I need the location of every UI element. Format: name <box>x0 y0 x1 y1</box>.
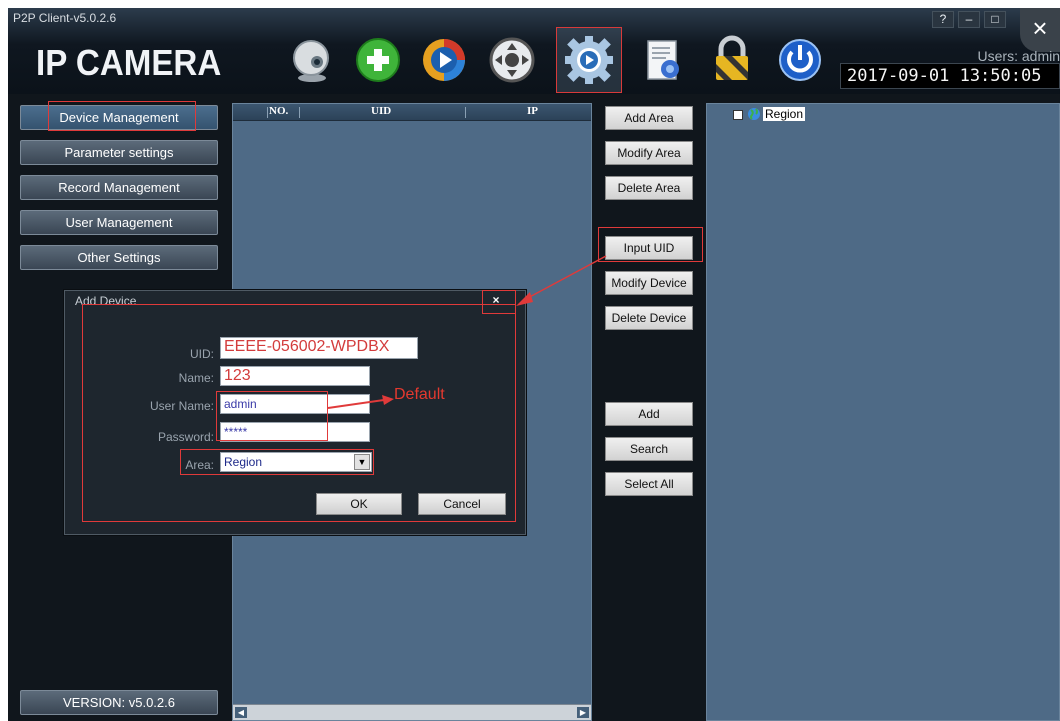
sidebar-item-record-management[interactable]: Record Management <box>20 175 218 200</box>
sidebar-item-user-management[interactable]: User Management <box>20 210 218 235</box>
datetime-display: 2017-09-01 13:50:05 <box>840 63 1060 89</box>
webcam-icon[interactable] <box>280 28 344 92</box>
uid-label: UID: <box>190 347 214 361</box>
table-header: NO. UID IP <box>233 104 591 121</box>
column-header-uid[interactable]: UID <box>371 105 391 117</box>
cancel-button[interactable]: Cancel <box>418 493 506 515</box>
search-button[interactable]: Search <box>605 437 693 461</box>
area-select[interactable]: Region ▼ <box>220 452 372 472</box>
add-icon[interactable] <box>346 28 410 92</box>
ptz-icon[interactable] <box>480 28 544 92</box>
lock-icon[interactable] <box>700 28 764 92</box>
area-label: Area: <box>185 458 214 472</box>
name-field[interactable]: 123 <box>220 366 370 386</box>
password-label: Password: <box>157 430 214 444</box>
dialog-title: Add Device <box>75 294 137 308</box>
app-window: P2P Client-v5.0.2.6 IP CAMERA ? – □ × Us… <box>8 8 1060 721</box>
add-area-button[interactable]: Add Area <box>605 106 693 130</box>
column-header-ip[interactable]: IP <box>527 105 538 117</box>
region-checkbox[interactable] <box>733 110 743 120</box>
help-button[interactable]: ? <box>932 11 954 28</box>
column-divider <box>299 107 300 118</box>
sidebar-item-parameter-settings[interactable]: Parameter settings <box>20 140 218 165</box>
password-field[interactable]: ***** <box>220 422 370 442</box>
tree-node-region[interactable]: Region <box>763 107 806 121</box>
minimize-button[interactable]: – <box>958 11 980 28</box>
sidebar-item-other-settings[interactable]: Other Settings <box>20 245 218 270</box>
column-divider <box>267 107 268 118</box>
callout-arrow-icon <box>516 255 607 306</box>
settings-icon[interactable] <box>556 27 622 93</box>
version-label: VERSION: v5.0.2.6 <box>20 690 218 715</box>
sidebar-item-device-management[interactable]: Device Management <box>20 105 218 130</box>
select-all-button[interactable]: Select All <box>605 472 693 496</box>
area-select-value: Region <box>224 455 263 469</box>
annotation-arrow-icon <box>327 395 394 409</box>
column-header-no[interactable]: NO. <box>269 105 288 117</box>
add-button[interactable]: Add <box>605 402 693 426</box>
input-uid-button[interactable]: Input UID <box>605 236 693 260</box>
region-tree: Region <box>706 103 1060 721</box>
power-icon[interactable] <box>768 28 832 92</box>
log-icon[interactable] <box>632 28 696 92</box>
globe-icon <box>748 108 760 120</box>
maximize-button[interactable]: □ <box>984 11 1006 28</box>
close-button[interactable]: × <box>1020 8 1060 52</box>
current-user: Users: admin <box>977 48 1060 64</box>
delete-device-button[interactable]: Delete Device <box>605 306 693 330</box>
title-bar: P2P Client-v5.0.2.6 IP CAMERA ? – □ × Us… <box>8 8 1060 104</box>
modify-device-button[interactable]: Modify Device <box>605 271 693 295</box>
username-label: User Name: <box>149 399 214 413</box>
horizontal-scrollbar[interactable]: ◀ ▶ <box>233 704 591 720</box>
name-label: Name: <box>178 371 214 385</box>
playback-icon[interactable] <box>412 28 476 92</box>
delete-area-button[interactable]: Delete Area <box>605 176 693 200</box>
dialog-close-icon[interactable]: × <box>487 293 505 307</box>
default-annotation: Default <box>394 386 445 403</box>
window-title: P2P Client-v5.0.2.6 <box>13 11 117 25</box>
scroll-right-icon[interactable]: ▶ <box>577 707 589 718</box>
chevron-down-icon[interactable]: ▼ <box>354 454 370 470</box>
app-logo: IP CAMERA <box>36 42 222 83</box>
scroll-left-icon[interactable]: ◀ <box>235 707 247 718</box>
column-divider <box>465 107 466 118</box>
uid-field[interactable]: EEEE-056002-WPDBX <box>220 337 418 359</box>
ok-button[interactable]: OK <box>316 493 402 515</box>
modify-area-button[interactable]: Modify Area <box>605 141 693 165</box>
